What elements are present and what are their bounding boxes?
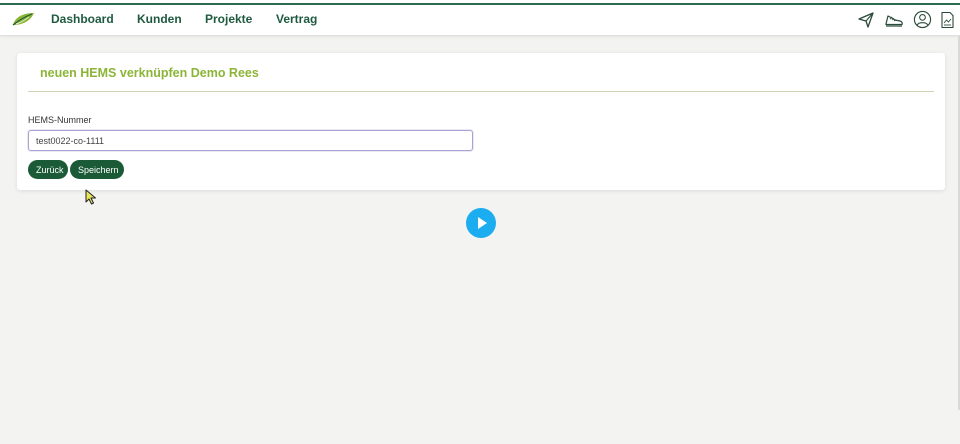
save-button[interactable]: Speichern [70, 160, 124, 179]
send-icon[interactable] [857, 11, 875, 29]
title-divider [28, 91, 934, 92]
sneaker-icon[interactable] [884, 11, 904, 29]
hems-number-input[interactable] [28, 130, 473, 151]
hems-link-card: neuen HEMS verknüpfen Demo Rees HEMS-Num… [17, 53, 945, 190]
top-navbar: Dashboard Kunden Projekte Vertrag [0, 5, 960, 36]
hems-number-label: HEMS-Nummer [28, 115, 92, 125]
leaf-logo-icon[interactable] [11, 11, 35, 27]
document-icon[interactable] [940, 11, 955, 29]
nav-vertrag[interactable]: Vertrag [276, 12, 317, 26]
nav-kunden[interactable]: Kunden [137, 12, 182, 26]
mouse-cursor-icon [85, 189, 97, 205]
nav-projekte[interactable]: Projekte [205, 12, 252, 26]
user-profile-icon[interactable] [913, 10, 932, 29]
play-icon [478, 217, 487, 229]
play-button[interactable] [466, 208, 496, 238]
nav-dashboard[interactable]: Dashboard [51, 12, 114, 26]
page-title: neuen HEMS verknüpfen Demo Rees [40, 66, 259, 80]
back-button[interactable]: Zurück [28, 160, 68, 179]
